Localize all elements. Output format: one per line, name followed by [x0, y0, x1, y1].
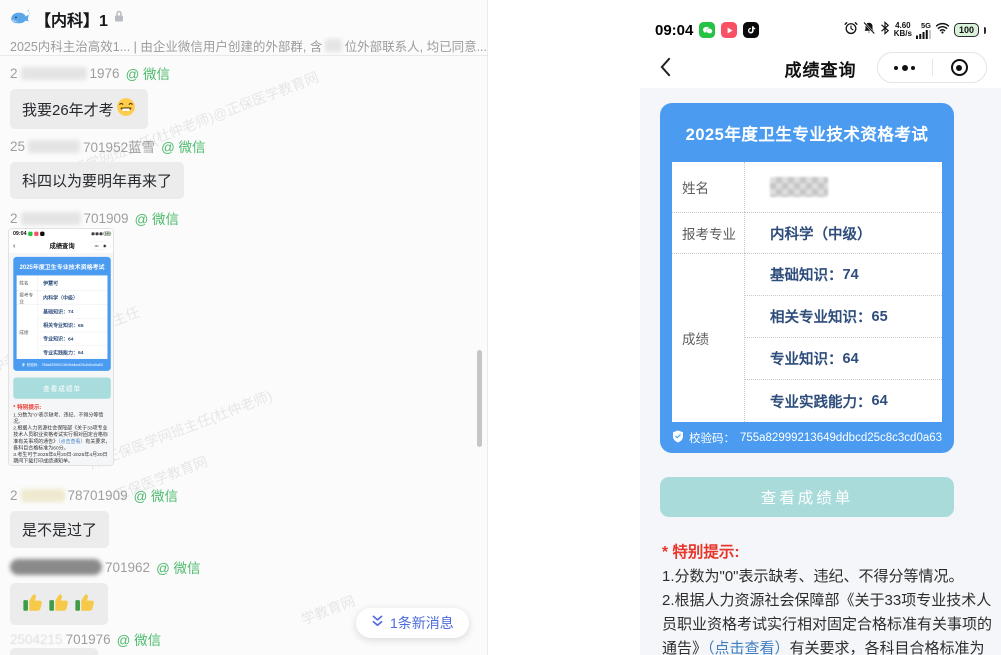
view-report-button[interactable]: 查看成绩单	[660, 477, 954, 517]
score-row: 专业知识：64	[745, 337, 942, 379]
more-options-button[interactable]	[878, 53, 932, 82]
bluetooth-icon	[880, 21, 890, 40]
tips-title: * 特别提示:	[662, 541, 996, 565]
thumbs-up-icon	[74, 591, 96, 617]
message-sender: 2 1976 @ 微信	[10, 63, 170, 83]
clock-time: 09:04	[655, 22, 693, 39]
nav-bar: 成绩查询	[640, 48, 1001, 86]
wechat-tag: @ 微信	[134, 485, 178, 505]
message-bubble: 是不是过了	[10, 511, 109, 548]
wechat-app-icon	[28, 231, 32, 235]
blurred-name	[28, 140, 80, 153]
alarm-icon	[844, 21, 858, 40]
mini-checksum: 🛡校验码：755a82999213649ddbcd25c8c3cd0a63	[13, 359, 110, 371]
score-row: 基础知识：74	[745, 253, 942, 295]
message-bubble: 我要26年才考	[10, 89, 148, 129]
blurred-name	[10, 559, 102, 575]
watermark-text: 学教育网	[298, 591, 357, 630]
message-bubble: 科四以为要明年再来了	[10, 162, 184, 199]
phone-screenshot: 09:04 4.60 KB/s 5G	[640, 0, 1001, 655]
wechat-tag: @ 微信	[126, 63, 170, 83]
wechat-tag: @ 微信	[135, 208, 179, 228]
douyin-app-icon	[743, 22, 759, 38]
click-to-view-link[interactable]: （点击查看）	[707, 640, 790, 655]
wechat-tag: @ 微信	[117, 629, 161, 649]
chat-message: 701962 @ 微信	[10, 557, 201, 625]
chat-title: 【内科】1	[35, 7, 108, 31]
message-bubble	[10, 583, 108, 625]
score-page-content: 2025年度卫生专业技术资格考试 姓名 报考专业 内科学（中级） 成绩 基础知识…	[640, 88, 1001, 655]
chat-message: 2 78701909 @ 微信 是不是过了	[10, 485, 178, 548]
video-app-icon	[721, 22, 737, 38]
score-card: 2025年度卫生专业技术资格考试 姓名 报考专业 内科学（中级） 成绩 基础知识…	[660, 103, 954, 453]
chat-message: 25 701952蓝雪 @ 微信 科四以为要明年再来了	[10, 136, 206, 199]
message-sender: 701962 @ 微信	[10, 557, 201, 577]
message-sender: 2 78701909 @ 微信	[10, 485, 178, 505]
name-label: 姓名	[672, 162, 745, 212]
wechat-tag: @ 微信	[156, 557, 200, 577]
major-value: 内科学（中级）	[745, 212, 942, 253]
score-row: 专业实践能力：64	[745, 379, 942, 422]
name-value-blurred	[745, 162, 942, 212]
mute-bell-icon	[862, 21, 876, 40]
new-message-pill[interactable]: 1条新消息	[356, 608, 469, 638]
wifi-icon	[935, 21, 950, 39]
score-label: 成绩	[672, 253, 745, 422]
lock-icon	[113, 10, 125, 28]
battery-nub	[984, 27, 986, 34]
douyin-app-icon	[40, 231, 44, 235]
mini-tips: * 特别提示: 1.分数为"0"表示缺考、违纪、不得分等情况。 2.根据人力资源…	[13, 404, 110, 465]
battery-icon: 100	[954, 23, 979, 37]
blurred-name	[21, 212, 81, 225]
score-screenshot-thumbnail[interactable]: 09:04 100 ‹ 成绩查询 •••◉ 2025年度卫生专业技术资格考试 姓	[8, 228, 114, 466]
special-tips: * 特别提示: 1.分数为"0"表示缺考、违纪、不得分等情况。 2.根据人力资源…	[662, 541, 996, 655]
message-sender: 2504215 701976 @ 微信	[10, 629, 161, 649]
wechat-app-icon	[699, 22, 715, 38]
shield-check-icon	[672, 430, 684, 446]
close-miniprogram-button[interactable]	[933, 53, 987, 82]
double-chevron-down-icon	[371, 614, 384, 632]
exam-title: 2025年度卫生专业技术资格考试	[660, 103, 954, 162]
blurred-name	[21, 67, 87, 80]
message-sender: 2 701909 @ 微信	[10, 208, 179, 228]
chat-subtitle: 2025内科主治高效1... | 由企业微信用户创建的外部群, 含 位外部联系人…	[10, 36, 487, 55]
mini-capsule: •••◉	[90, 242, 111, 250]
mini-view-report-button: 查看成绩单	[13, 378, 110, 399]
thumbs-up-icon	[48, 591, 70, 617]
mini-nav-bar: ‹ 成绩查询 •••◉	[9, 238, 114, 253]
grinning-face-icon	[116, 97, 136, 121]
score-row: 相关专业知识：65	[745, 295, 942, 337]
thumbs-up-icon	[22, 591, 44, 617]
message-bubble	[10, 648, 98, 655]
blurred-member-count	[325, 39, 341, 52]
mini-name-value: 伊慧可	[38, 275, 108, 290]
chat-header: 【内科】1 2025内科主治高效1... | 由企业微信用户创建的外部群, 含 …	[0, 0, 487, 56]
video-app-icon	[34, 231, 38, 235]
status-bar: 09:04 4.60 KB/s 5G	[640, 17, 1001, 43]
miniprogram-capsule	[877, 52, 987, 83]
chat-scrollbar[interactable]	[477, 350, 482, 447]
score-table: 姓名 报考专业 内科学（中级） 成绩 基础知识：74 相关专业知识：65 专业知…	[672, 162, 942, 422]
chat-message: 2 1976 @ 微信 我要26年才考	[10, 63, 170, 129]
wechat-chat-pane: 正保医学网班主任(杜仲老师)@正保医学教育网 杜仲老师-正保医学网班主任 师-正…	[0, 0, 488, 655]
message-sender: 25 701952蓝雪 @ 微信	[10, 136, 206, 156]
major-label: 报考专业	[672, 212, 745, 253]
checksum-bar: 校验码：755a82999213649ddbcd25c8c3cd0a63	[660, 422, 954, 453]
cellular-signal-icon: 5G	[916, 22, 931, 39]
mini-score-card: 2025年度卫生专业技术资格考试 姓名 伊慧可 报考专业 内科学（中级） 成绩 …	[13, 257, 110, 371]
blurred-name	[21, 489, 65, 502]
whale-emoji-icon	[10, 9, 30, 30]
mini-status-bar: 09:04 100	[9, 229, 114, 238]
network-speed: 4.60 KB/s	[894, 22, 912, 39]
wechat-tag: @ 微信	[161, 136, 205, 156]
